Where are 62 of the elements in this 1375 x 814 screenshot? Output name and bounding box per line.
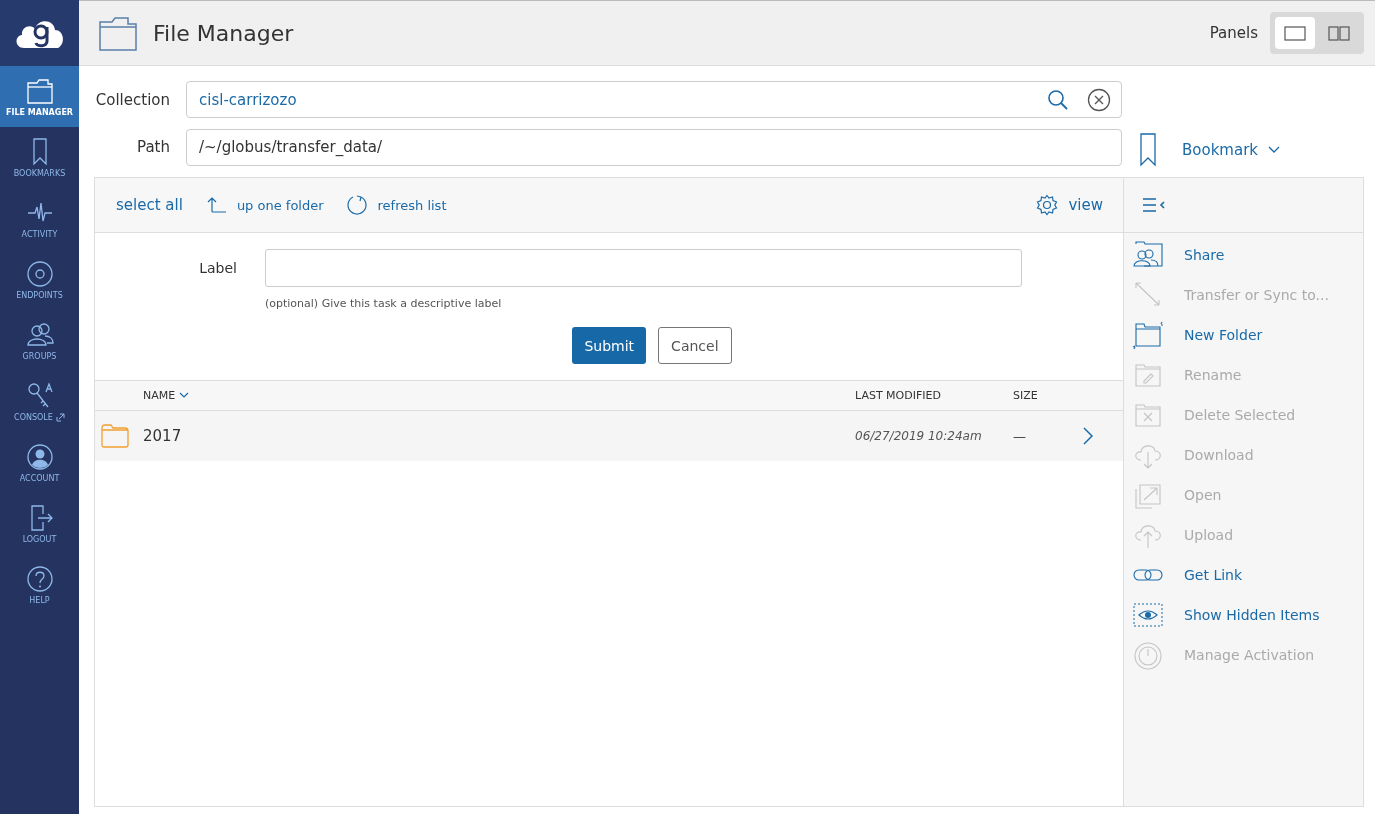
action-item[interactable]: Get Link <box>1124 555 1363 595</box>
share-icon <box>1132 240 1164 270</box>
key-icon <box>25 381 54 410</box>
path-label: Path <box>136 138 170 156</box>
bookmark-dropdown[interactable]: Bookmark <box>1182 141 1280 159</box>
name-header[interactable]: NAME <box>143 389 855 402</box>
refresh-icon[interactable] <box>345 194 368 216</box>
help-text: (optional) Give this task a descriptive label <box>265 297 503 310</box>
bookmark-icon[interactable] <box>1140 133 1156 167</box>
new-folder-icon <box>1132 320 1164 350</box>
eye-icon <box>1132 600 1164 630</box>
action-item[interactable]: New Folder <box>1124 315 1363 355</box>
folder-icon <box>101 424 129 448</box>
up-one-folder-link[interactable]: up one folder <box>236 197 324 213</box>
nav-item[interactable]: FILE MANAGER <box>0 66 79 127</box>
label-input[interactable] <box>265 249 1022 287</box>
dual-panel-icon <box>1328 25 1350 41</box>
sort-caret-icon <box>179 392 190 399</box>
up-arrow-icon[interactable] <box>206 196 227 214</box>
power-icon <box>1132 640 1164 670</box>
page-title: File Manager <box>153 20 294 46</box>
modified-date: 06/27/2019 10:24am <box>855 429 983 443</box>
refresh-list-link[interactable]: refresh list <box>377 197 447 213</box>
collapse-menu-icon[interactable] <box>1142 197 1166 213</box>
file-row[interactable]: 2017 06/27/2019 10:24am — <box>95 411 1123 461</box>
chevron-right-icon[interactable] <box>1083 427 1093 445</box>
nav-item[interactable]: LOGOUT <box>0 493 79 554</box>
clear-icon[interactable] <box>1087 87 1111 112</box>
settings-icon[interactable] <box>1036 194 1059 216</box>
cancel-button[interactable]: Cancel <box>658 327 732 364</box>
external-link-icon <box>55 412 65 422</box>
path-field[interactable]: /~/globus/transfer_data/ <box>186 128 1122 166</box>
nav-item[interactable]: ACCOUNT <box>0 432 79 493</box>
select-all-link[interactable]: select all <box>116 196 183 214</box>
nav-item[interactable]: CONSOLE <box>0 371 79 432</box>
nav-item[interactable]: BOOKMARKS <box>0 127 79 188</box>
single-panel-icon <box>1284 25 1306 41</box>
submit-button[interactable]: Submit <box>572 327 647 364</box>
size-header: SIZE <box>1013 389 1039 402</box>
people-icon <box>25 320 54 349</box>
user-icon <box>25 442 54 471</box>
chevron-down-icon <box>1268 146 1280 154</box>
folder-icon <box>25 76 54 105</box>
collection-field[interactable]: cisl-carrizozo <box>186 81 1122 118</box>
file-size: — <box>1013 428 1027 444</box>
collection-label: Collection <box>94 90 170 109</box>
nav-item[interactable]: ACTIVITY <box>0 188 79 249</box>
view-link[interactable]: view <box>1068 196 1103 214</box>
nav-item[interactable]: GROUPS <box>0 310 79 371</box>
panels-label: Panels <box>1209 24 1258 42</box>
help-icon <box>25 564 54 593</box>
action-item[interactable]: Show Hidden Items <box>1124 595 1363 635</box>
last-modified-header: LAST MODIFIED <box>855 389 942 402</box>
target-icon <box>25 259 54 288</box>
label-label: Label <box>198 260 237 276</box>
folder-icon <box>98 14 138 52</box>
panel-mode-button[interactable] <box>1275 17 1315 49</box>
nav-item[interactable]: HELP <box>0 554 79 615</box>
action-item[interactable]: Share <box>1124 235 1363 275</box>
search-icon[interactable] <box>1047 88 1069 111</box>
nav-item[interactable]: ENDPOINTS <box>0 249 79 310</box>
file-name: 2017 <box>143 427 183 445</box>
